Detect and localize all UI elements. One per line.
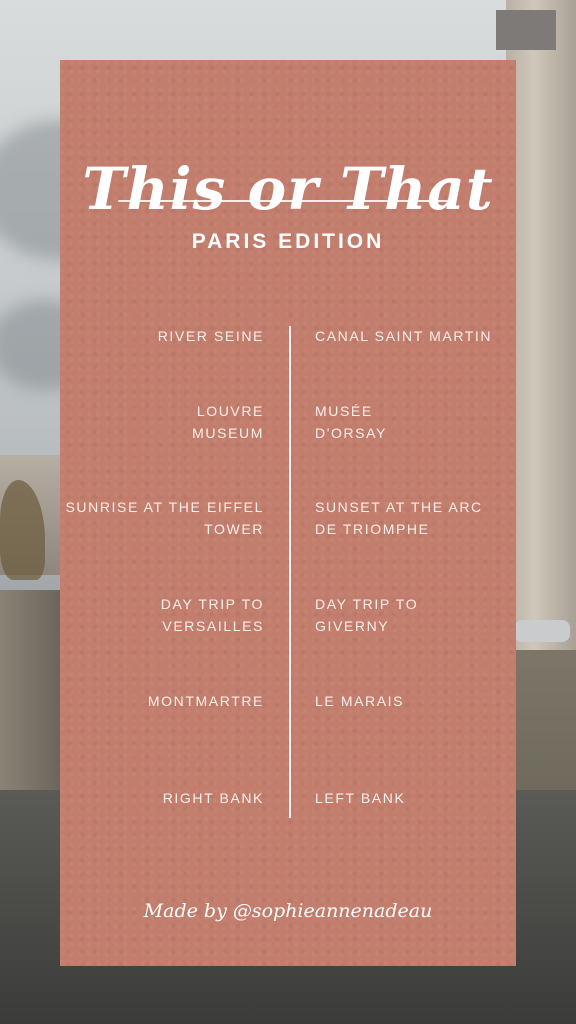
option-left: LOUVRE MUSEUM <box>192 403 264 441</box>
option-left: RIGHT BANK <box>162 790 264 806</box>
option-right: LE MARAIS <box>315 693 405 709</box>
option-right: DAY TRIP TO GIVERNY <box>315 596 419 634</box>
center-divider <box>289 326 291 818</box>
option-left: RIVER SEINE <box>157 328 264 344</box>
option-right: LEFT BANK <box>315 790 406 806</box>
car <box>514 620 570 642</box>
option-left: MONTMARTRE <box>147 693 264 709</box>
card-subtitle: PARIS EDITION <box>191 230 385 253</box>
option-right: MUSÉE D'ORSAY <box>315 403 387 441</box>
option-right: CANAL SAINT MARTIN <box>315 328 493 344</box>
building-right <box>506 0 576 700</box>
card-title: This or That <box>82 155 494 223</box>
this-or-that-card: This or That PARIS EDITION RIVER SEINE C… <box>60 60 516 966</box>
quay-wall-left <box>0 590 60 800</box>
option-left: DAY TRIP TO VERSAILLES <box>160 596 264 634</box>
rooftop <box>496 10 556 50</box>
option-right: SUNSET AT THE ARC DE TRIOMPHE <box>315 499 483 537</box>
credit-text: Made by @sophieannenadeau <box>143 900 433 922</box>
title-underline <box>118 200 450 202</box>
option-left: SUNRISE AT THE EIFFEL TOWER <box>65 499 264 537</box>
